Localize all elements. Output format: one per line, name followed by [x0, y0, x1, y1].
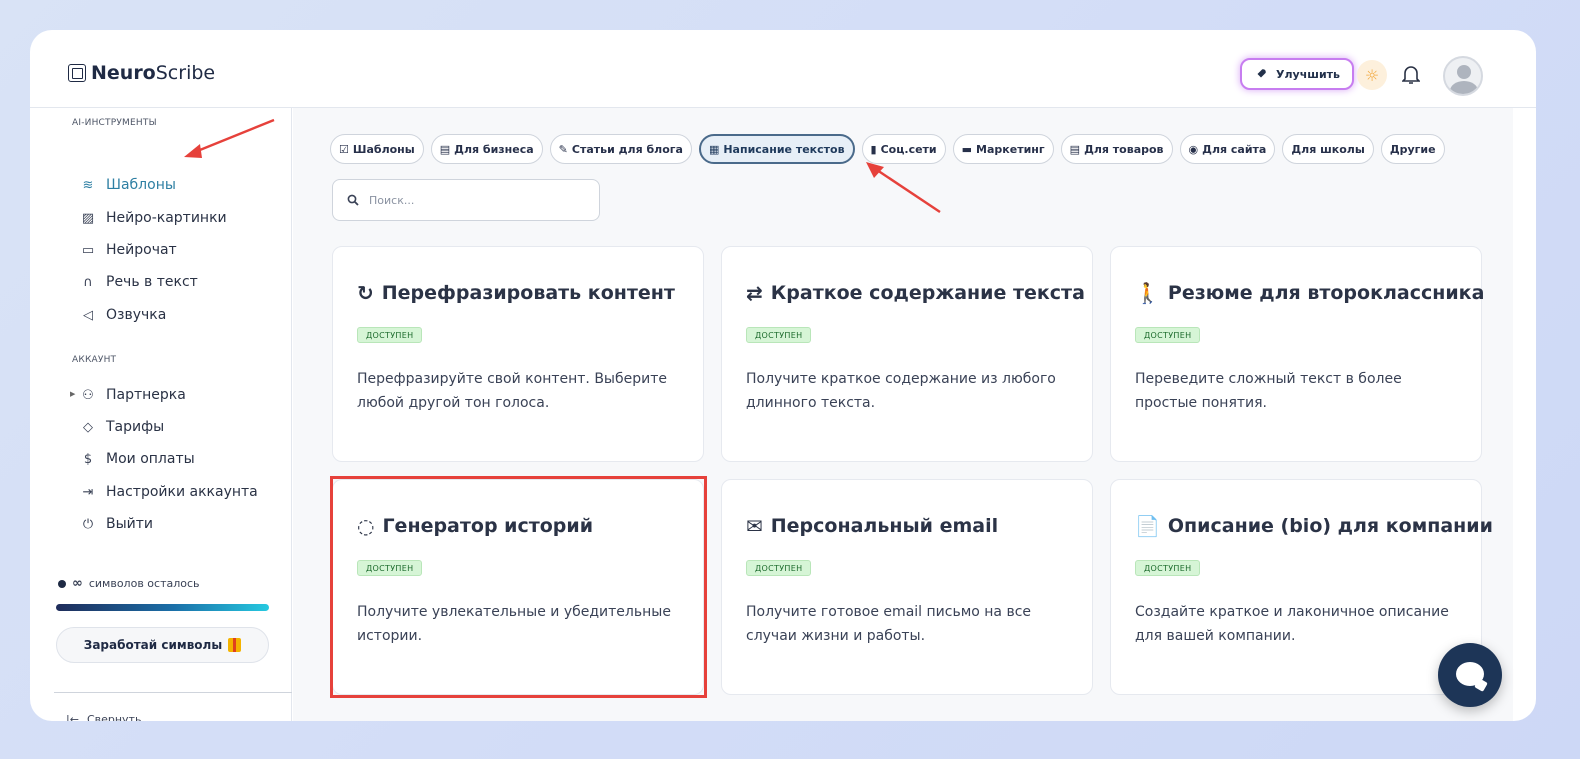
app-window: NeuroScribe Улучшить ☼ AI-ИНСТРУМЕНТЫ ≋ …: [30, 30, 1536, 721]
logo-icon: [68, 64, 86, 82]
template-card-personal-email[interactable]: ✉ Персональный email ДОСТУПЕН Получите го…: [721, 479, 1093, 695]
card-description: Получите готовое email письмо на все слу…: [746, 604, 1032, 644]
template-card-story-generator[interactable]: ◌ Генератор историй ДОСТУПЕН Получите увл…: [332, 479, 704, 695]
status-badge: ДОСТУПЕН: [1135, 327, 1201, 343]
chip-school[interactable]: Для школы: [1282, 134, 1374, 164]
main-content: ☑ Шаблоны ▤ Для бизнеса ✎ Статьи для блога …: [293, 108, 1513, 721]
theme-toggle-sun-icon[interactable]: ☼: [1357, 60, 1387, 90]
earn-credits-button[interactable]: Заработай символы: [56, 627, 269, 663]
card-description: Получите увлекательные и убедительные ис…: [357, 604, 671, 644]
card-description: Получите краткое содержание из любого дл…: [746, 371, 1056, 411]
notifications-bell-icon[interactable]: [1396, 60, 1426, 90]
category-chips: ☑ Шаблоны ▤ Для бизнеса ✎ Статьи для блога …: [330, 134, 1445, 164]
gift-icon: [228, 638, 242, 652]
sidebar-item-speech-to-text[interactable]: ∩ Речь в текст: [80, 271, 198, 293]
users-icon: ⚇: [82, 387, 94, 403]
sidebar-item-neuro-images[interactable]: ▨ Нейро-картинки: [80, 207, 227, 229]
power-icon: ⏻: [82, 516, 94, 532]
status-badge: ДОСТУПЕН: [746, 560, 812, 576]
login-icon: ⇥: [82, 484, 94, 500]
logo[interactable]: NeuroScribe: [68, 62, 215, 84]
headphones-icon: ∩: [83, 274, 93, 290]
card-description: Создайте краткое и лаконичное описание д…: [1135, 604, 1449, 644]
child-icon: 🚶: [1135, 281, 1160, 305]
top-header: NeuroScribe Улучшить ☼: [30, 30, 1536, 108]
phone-icon: ▮: [870, 142, 877, 156]
template-card-explain-simple[interactable]: 🚶 Резюме для второклассника ДОСТУПЕН Пере…: [1110, 246, 1484, 462]
image-icon: ▨: [81, 210, 95, 226]
sidebar-item-neurochat[interactable]: ▭ Нейрочат: [80, 239, 177, 261]
checkbox-icon: ☑: [339, 142, 349, 156]
chip-writing-texts[interactable]: ▦ Написание текстов: [698, 134, 855, 164]
sidebar-divider: [54, 692, 292, 693]
chip-products[interactable]: ▤ Для товаров: [1060, 134, 1173, 164]
search-icon: [347, 194, 359, 206]
chat-bubble-icon: [1456, 662, 1484, 686]
upgrade-button[interactable]: Улучшить: [1240, 58, 1354, 90]
envelope-icon: ✉: [746, 514, 763, 538]
status-badge: ДОСТУПЕН: [746, 327, 812, 343]
sidebar-item-payments[interactable]: $ Мои оплаты: [80, 448, 195, 470]
template-card-summary[interactable]: ⇄ Краткое содержание текста ДОСТУПЕН Полу…: [721, 246, 1093, 462]
compress-icon: ⇄: [746, 281, 763, 305]
robot-icon: ◉: [1188, 142, 1199, 156]
chip-templates[interactable]: ☑ Шаблоны: [330, 134, 424, 164]
credits-progress-fill: [56, 604, 269, 611]
credits-progress-bar: [56, 604, 269, 611]
tag-icon: ◇: [83, 419, 93, 435]
speaker-icon: ◁: [83, 307, 93, 323]
credits-remaining: ∞ символов осталось: [58, 576, 200, 591]
card-description: Перефразируйте свой контент. Выберите лю…: [357, 371, 667, 411]
expand-caret-icon[interactable]: ▶: [70, 390, 75, 398]
laptop-icon: ▬: [961, 142, 973, 156]
document-icon: ▤: [439, 142, 451, 156]
search-box[interactable]: [332, 179, 600, 221]
chat-icon: ▭: [81, 242, 95, 258]
template-card-paraphrase[interactable]: ↻ Перефразировать контент ДОСТУПЕН Перефр…: [332, 246, 704, 462]
sidebar-item-templates[interactable]: ≋ Шаблоны: [80, 174, 176, 196]
status-badge: ДОСТУПЕН: [357, 327, 423, 343]
story-icon: ◌: [357, 514, 375, 538]
books-icon: ▦: [708, 142, 720, 156]
status-badge: ДОСТУПЕН: [357, 560, 423, 576]
sidebar: AI-ИНСТРУМЕНТЫ ≋ Шаблоны ▨ Нейро-картинк…: [30, 108, 292, 721]
sidebar-item-logout[interactable]: ⏻ Выйти: [80, 513, 153, 535]
document-icon: 📄: [1135, 514, 1160, 538]
chip-other[interactable]: Другие: [1380, 134, 1445, 164]
chip-website[interactable]: ◉ Для сайта: [1179, 134, 1276, 164]
chip-marketing[interactable]: ▬ Маркетинг: [952, 134, 1054, 164]
card-description: Переведите сложный текст в более простые…: [1135, 371, 1402, 411]
template-card-company-bio[interactable]: 📄 Описание (bio) для компании ДОСТУПЕН Со…: [1110, 479, 1493, 695]
collapse-sidebar-button[interactable]: |← Свернуть: [66, 713, 141, 721]
section-title-tools: AI-ИНСТРУМЕНТЫ: [72, 118, 157, 128]
chip-social[interactable]: ▮ Соц.сети: [861, 134, 946, 164]
ledger-icon: ▤: [1069, 142, 1081, 156]
chip-business[interactable]: ▤ Для бизнеса: [430, 134, 543, 164]
chip-blog-articles[interactable]: ✎ Статьи для блога: [549, 134, 692, 164]
status-dot: [58, 579, 66, 588]
sidebar-item-account-settings[interactable]: ⇥ Настройки аккаунта: [80, 481, 258, 503]
section-title-account: АККАУНТ: [72, 355, 117, 365]
status-badge: ДОСТУПЕН: [1135, 560, 1201, 576]
search-input[interactable]: [369, 193, 569, 207]
sidebar-item-partners[interactable]: ⚇ Партнерка: [80, 384, 186, 406]
chat-support-button[interactable]: [1438, 643, 1502, 707]
layers-icon: ≋: [82, 177, 94, 193]
edit-icon: ✎: [558, 142, 568, 156]
collapse-icon: |←: [66, 713, 79, 721]
rocket-icon: [1255, 69, 1266, 80]
sidebar-item-tariffs[interactable]: ◇ Тарифы: [80, 416, 164, 438]
user-avatar[interactable]: [1443, 56, 1483, 96]
sidebar-item-voiceover[interactable]: ◁ Озвучка: [80, 304, 166, 326]
refresh-icon: ↻: [357, 281, 374, 305]
dollar-icon: $: [83, 451, 93, 467]
